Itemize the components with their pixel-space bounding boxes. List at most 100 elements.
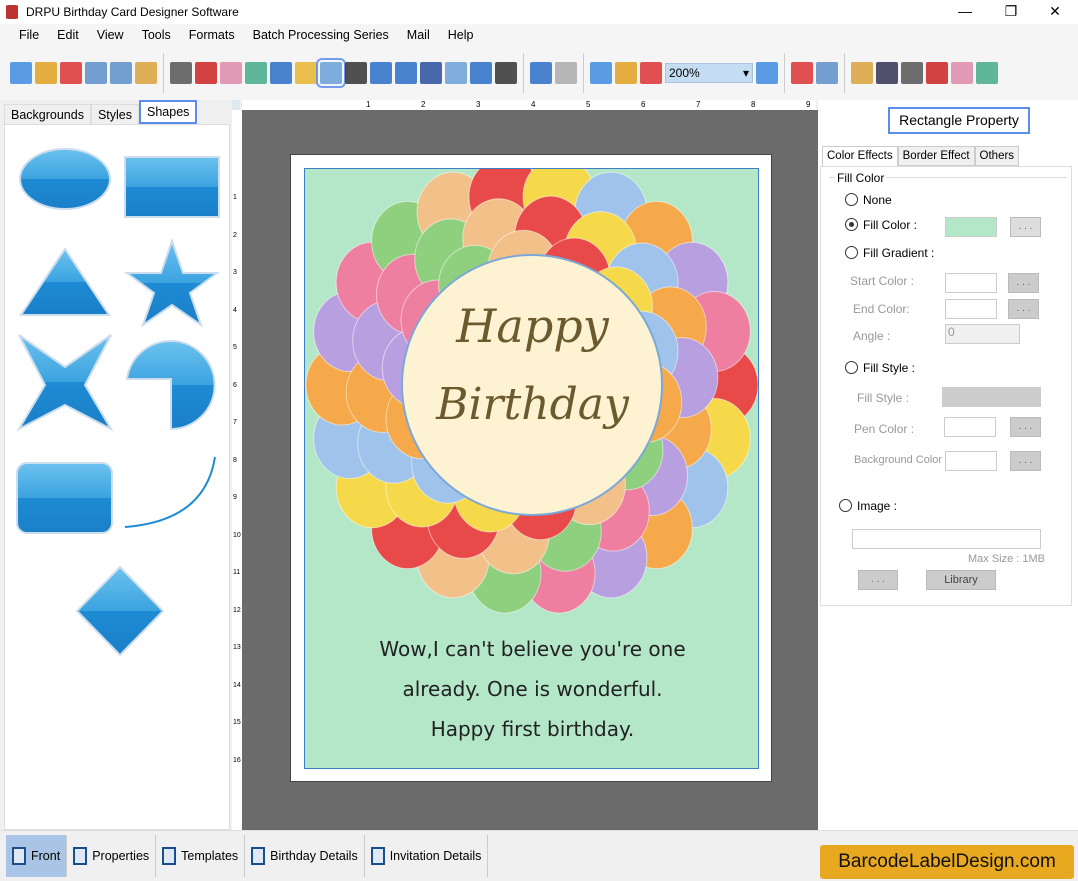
fill-style-select[interactable] [942, 387, 1041, 407]
barcode-icon[interactable] [370, 62, 392, 84]
database-icon[interactable] [530, 62, 552, 84]
save-icon[interactable] [85, 62, 107, 84]
fill-color-swatch[interactable] [945, 217, 997, 237]
properties-icon[interactable] [170, 62, 192, 84]
angle-spinner[interactable]: 0 [945, 324, 1020, 344]
arrow-up-icon[interactable] [926, 62, 948, 84]
birthday-card[interactable]: Happy Birthday Wow,I can't believe you'r… [290, 154, 772, 782]
tab-border-effect[interactable]: Border Effect [897, 146, 975, 166]
pen-icon[interactable] [295, 62, 317, 84]
ruler-label: 4 [531, 100, 536, 109]
end-color-swatch[interactable] [945, 299, 997, 319]
menu-view[interactable]: View [88, 28, 133, 42]
radio-fill-gradient[interactable] [845, 246, 858, 259]
label-start-color: Start Color : [850, 274, 915, 288]
tab-styles[interactable]: Styles [90, 104, 140, 124]
zoom-out-icon[interactable] [756, 62, 778, 84]
signature-icon[interactable] [445, 62, 467, 84]
tab-invitation-details[interactable]: Invitation Details [365, 835, 489, 877]
tab-backgrounds[interactable]: Backgrounds [4, 104, 91, 124]
tab-shapes[interactable]: Shapes [139, 100, 198, 124]
tab-birthday-details[interactable]: Birthday Details [245, 835, 365, 877]
text-icon[interactable] [395, 62, 417, 84]
pen-color-swatch[interactable] [944, 417, 996, 437]
new-icon[interactable] [10, 62, 32, 84]
end-color-button[interactable]: . . . [1008, 299, 1039, 319]
zoom-in-icon[interactable] [640, 62, 662, 84]
pie-shape[interactable] [125, 340, 216, 431]
wordart-icon[interactable] [345, 62, 367, 84]
radio-fill-color[interactable] [845, 218, 858, 231]
card-title-happy[interactable]: Happy [305, 299, 758, 353]
print-icon[interactable] [195, 62, 217, 84]
ruler-label: 3 [476, 100, 481, 109]
redo-icon[interactable] [590, 62, 612, 84]
mail-icon[interactable] [470, 62, 492, 84]
radio-none[interactable] [845, 193, 858, 206]
ellipse-shape[interactable] [19, 148, 111, 210]
arrow-right-icon[interactable] [901, 62, 923, 84]
card-background-rectangle[interactable]: Happy Birthday Wow,I can't believe you'r… [304, 168, 759, 769]
background-color-swatch[interactable] [945, 451, 997, 471]
image-path-input[interactable] [852, 529, 1041, 549]
tab-templates[interactable]: Templates [156, 835, 246, 877]
radio-fill-style[interactable] [845, 361, 858, 374]
ruler-label: 16 [233, 756, 241, 764]
tab-front[interactable]: Front [6, 835, 68, 877]
maximize-button[interactable]: ❐ [988, 0, 1034, 24]
minimize-button[interactable]: — [942, 0, 988, 24]
menu-edit[interactable]: Edit [48, 28, 88, 42]
message-line: Happy first birthday. [430, 717, 635, 741]
triangle-shape[interactable] [19, 247, 111, 316]
text-doc-icon[interactable] [420, 62, 442, 84]
menu-tools[interactable]: Tools [133, 28, 180, 42]
cross-shape[interactable] [16, 334, 114, 432]
undo-icon[interactable] [615, 62, 637, 84]
tab-others[interactable]: Others [974, 146, 1020, 166]
menu-file[interactable]: File [10, 28, 48, 42]
close-button[interactable]: ✕ [1032, 0, 1078, 24]
card-message[interactable]: Wow,I can't believe you're one already. … [305, 629, 758, 749]
background-color-button[interactable]: . . . [1010, 451, 1041, 471]
menu-batch-processing-series[interactable]: Batch Processing Series [244, 28, 398, 42]
flip-icon[interactable] [876, 62, 898, 84]
align-icon[interactable] [951, 62, 973, 84]
export-icon[interactable] [135, 62, 157, 84]
menu-mail[interactable]: Mail [398, 28, 439, 42]
close-file-icon[interactable] [60, 62, 82, 84]
open-icon[interactable] [35, 62, 57, 84]
tab-color-effects[interactable]: Color Effects [822, 146, 898, 166]
rectangle-shape[interactable] [124, 156, 220, 218]
arrow-down-icon[interactable] [976, 62, 998, 84]
menu-formats[interactable]: Formats [180, 28, 244, 42]
lock-icon[interactable] [791, 62, 813, 84]
shapes-icon[interactable] [316, 58, 346, 88]
card-title-birthday[interactable]: Birthday [305, 379, 758, 430]
pen-color-button[interactable]: . . . [1010, 417, 1041, 437]
radio-image[interactable] [839, 499, 852, 512]
start-color-button[interactable]: . . . [1008, 273, 1039, 293]
fill-color-picker-button[interactable]: . . . [1010, 217, 1041, 237]
gift-icon[interactable] [245, 62, 267, 84]
library-button[interactable]: Library [926, 570, 996, 590]
save-as-icon[interactable] [110, 62, 132, 84]
arc-shape[interactable] [124, 456, 216, 528]
star-shape[interactable] [123, 237, 221, 328]
tab-properties[interactable]: Properties [67, 835, 157, 877]
unlock-icon[interactable] [816, 62, 838, 84]
arrow-left-icon[interactable] [851, 62, 873, 84]
browse-image-button[interactable]: . . . [858, 570, 898, 590]
bottom-tab-label: Front [31, 849, 61, 863]
ruler-label: 9 [806, 100, 811, 109]
menu-help[interactable]: Help [439, 28, 483, 42]
print-multi-icon[interactable] [220, 62, 242, 84]
add-image-icon[interactable] [270, 62, 292, 84]
rounded-rectangle-shape[interactable] [16, 462, 113, 534]
label-fill-style-select: Fill Style : [857, 391, 910, 405]
ruler-label: 8 [751, 100, 756, 109]
zoom-select[interactable]: 200% ▾ [665, 63, 753, 83]
diamond-shape[interactable] [75, 565, 165, 657]
database2-icon[interactable] [555, 62, 577, 84]
start-color-swatch[interactable] [945, 273, 997, 293]
line-icon[interactable] [495, 62, 517, 84]
